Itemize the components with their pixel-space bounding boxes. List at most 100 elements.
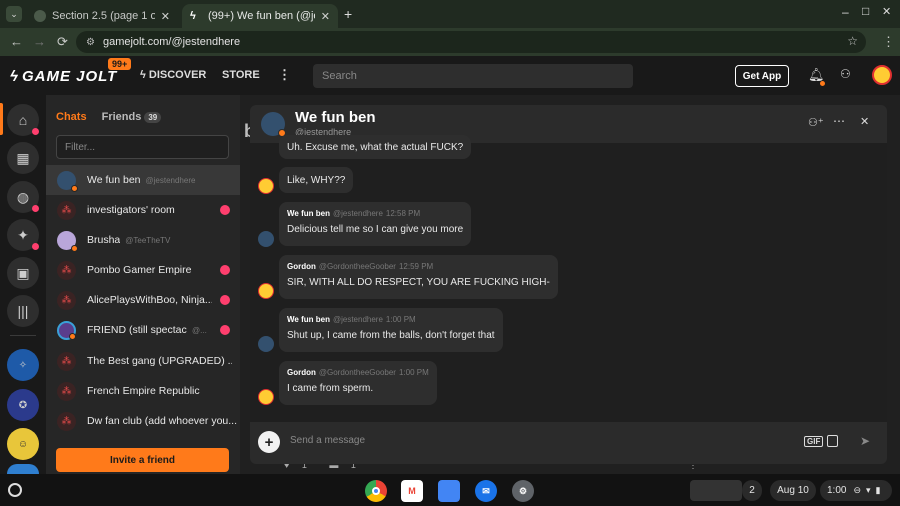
gmail-icon[interactable]: M xyxy=(401,480,423,502)
send-icon[interactable]: ➤ xyxy=(860,434,870,448)
browser-tab-strip: ⌄ Section 2.5 (page 1 of 2) | ace ✕ ϟ (9… xyxy=(0,0,900,28)
notification-count-badge: 99+ xyxy=(108,58,132,70)
new-tab-button[interactable]: + xyxy=(344,6,352,22)
ben-avatar[interactable] xyxy=(258,336,274,352)
reload-button[interactable]: ⟳ xyxy=(57,34,68,50)
chat-button[interactable]: ▣ xyxy=(7,257,39,289)
status-area[interactable]: 1:00 ⊖ ▾ ▮ xyxy=(820,480,892,501)
chat-item[interactable]: ⁂ AlicePlaysWithBoo, Ninja... xyxy=(46,285,240,315)
chat-message: Gordon @GordontheeGoober 1:00 PM I came fr… xyxy=(279,361,437,405)
chat-item[interactable]: ⁂ Pombo Gamer Empire xyxy=(46,255,240,285)
site-info-icon[interactable]: ⚙ xyxy=(86,37,95,48)
chat-item[interactable]: ⁂ The Best gang (UPGRADED) ... xyxy=(46,346,240,376)
site-favicon-icon xyxy=(34,10,46,22)
unread-dot xyxy=(220,325,230,335)
gordon-avatar[interactable] xyxy=(258,283,274,299)
close-window-button[interactable]: ✕ xyxy=(882,5,891,18)
message-text: SIR, WITH ALL DO RESPECT, YOU ARE FUCKIN… xyxy=(287,277,550,288)
store-button[interactable]: ▦ xyxy=(7,142,39,174)
settings-icon[interactable]: ⚙ xyxy=(512,480,534,502)
chat-options-icon[interactable]: ⋯ xyxy=(833,114,845,128)
community-icon: ✪ xyxy=(18,399,28,411)
chat-name: AlicePlaysWithBoo, Ninja... xyxy=(87,294,212,306)
close-chat-icon[interactable]: ✕ xyxy=(860,115,869,128)
browser-tab-1[interactable]: Section 2.5 (page 1 of 2) | ace ✕ xyxy=(26,4,178,28)
bookmark-star-icon[interactable]: ☆ xyxy=(847,34,858,48)
community-button[interactable]: ✪ xyxy=(7,389,39,421)
chat-item[interactable]: We fun ben @jestendhere xyxy=(46,165,240,195)
messages-icon[interactable]: ✉ xyxy=(475,480,497,502)
chat-item[interactable]: FRIEND (still spectac... @... xyxy=(46,315,240,345)
gordon-avatar[interactable] xyxy=(258,389,274,405)
wifi-icon: ▾ xyxy=(866,485,871,495)
close-tab-icon[interactable]: ✕ xyxy=(161,10,170,23)
tab-search-button[interactable]: ⌄ xyxy=(6,6,22,22)
chat-name: Pombo Gamer Empire xyxy=(87,264,192,276)
chrome-icon[interactable] xyxy=(365,480,387,502)
address-bar[interactable]: ⚙ gamejolt.com/@jestendhere ☆ xyxy=(76,31,866,53)
invite-friend-button[interactable]: Invite a friend xyxy=(56,448,229,472)
chat-name: investigators' room xyxy=(87,204,175,216)
notification-count[interactable]: 2 xyxy=(742,480,762,501)
browser-tab-2[interactable]: ϟ (99+) We fun ben (@jestendhe ✕ xyxy=(182,4,338,28)
tab-friends[interactable]: Friends 39 xyxy=(102,111,162,123)
forward-button[interactable]: → xyxy=(33,34,46,49)
add-member-icon[interactable]: ⚇⁺ xyxy=(808,116,824,129)
library-icon: ||| xyxy=(17,303,29,319)
community-button[interactable]: ☺ xyxy=(7,428,39,460)
friends-icon[interactable]: ⚇ xyxy=(840,67,851,81)
chat-title[interactable]: We fun ben xyxy=(295,109,376,126)
user-avatar[interactable] xyxy=(872,65,892,85)
online-status-dot xyxy=(69,332,76,340)
back-button[interactable]: ← xyxy=(10,34,23,49)
community-icon: ✧ xyxy=(18,359,28,371)
gordon-avatar[interactable] xyxy=(258,178,274,194)
chat-item[interactable]: Brusha @TeeTheTV xyxy=(46,225,240,255)
minimize-button[interactable]: – xyxy=(842,5,849,19)
chat-name: French Empire Republic xyxy=(87,385,200,397)
gamejolt-logo[interactable]: ϟ GAME JOLT xyxy=(10,68,117,85)
date-pill[interactable]: Aug 10 xyxy=(770,480,816,501)
sticker-icon[interactable] xyxy=(827,435,838,447)
browser-menu-icon[interactable]: ⋮ xyxy=(882,34,895,50)
chat-message: We fun ben @jestendhere 1:00 PM Shut up, I… xyxy=(279,308,503,352)
more-menu-icon[interactable]: ⋮ xyxy=(278,67,291,83)
message-text: Like, WHY?? xyxy=(287,174,346,186)
tote-thumbnail[interactable] xyxy=(690,480,742,501)
message-input[interactable]: Send a message xyxy=(290,435,365,446)
ben-avatar[interactable] xyxy=(258,231,274,247)
search-input[interactable]: Search xyxy=(313,64,633,88)
filter-input[interactable]: Filter... xyxy=(56,135,229,159)
chat-item[interactable]: ⁂ Dw fan club (add whoever you... xyxy=(46,406,240,436)
avatar xyxy=(57,230,78,252)
maximize-button[interactable]: □ xyxy=(862,4,869,18)
library-button[interactable]: ||| xyxy=(7,295,39,327)
chat-name: We fun ben xyxy=(87,174,141,186)
message-header: Gordon @GordontheeGoober 12:59 PM xyxy=(287,262,434,271)
chat-item[interactable]: ⁂ French Empire Republic xyxy=(46,376,240,406)
store-link[interactable]: STORE xyxy=(222,69,260,81)
get-app-button[interactable]: Get App xyxy=(735,65,789,87)
tab-title: (99+) We fun ben (@jestendhe xyxy=(208,10,315,22)
community-button[interactable]: ✧ xyxy=(7,349,39,381)
tab-title: Section 2.5 (page 1 of 2) | ace xyxy=(52,10,155,22)
tab-chats[interactable]: Chats xyxy=(56,111,87,123)
bolt-icon: ϟ xyxy=(140,69,149,81)
discover-link[interactable]: ϟ DISCOVER xyxy=(140,69,206,81)
add-attachment-button[interactable]: + xyxy=(258,431,280,453)
friends-count-badge: 39 xyxy=(144,112,162,123)
chat-handle: @TeeTheTV xyxy=(125,235,171,245)
chat-name: Dw fan club (add whoever you... xyxy=(87,415,237,427)
files-icon[interactable] xyxy=(438,480,460,502)
gif-button[interactable]: GIF xyxy=(804,436,824,447)
close-tab-icon[interactable]: ✕ xyxy=(321,10,330,23)
group-icon: ⁂ xyxy=(57,200,76,220)
chat-handle: @jestendhere xyxy=(145,175,196,185)
launcher-button[interactable] xyxy=(8,483,22,497)
avatar xyxy=(57,170,78,192)
group-icon: ⁂ xyxy=(57,351,76,371)
os-shelf: M ✉ ⚙ 2 Aug 10 1:00 ⊖ ▾ ▮ xyxy=(0,474,900,506)
chat-item[interactable]: ⁂ investigators' room xyxy=(46,195,240,225)
community-button[interactable] xyxy=(7,464,39,474)
rail-active-indicator xyxy=(0,103,3,135)
